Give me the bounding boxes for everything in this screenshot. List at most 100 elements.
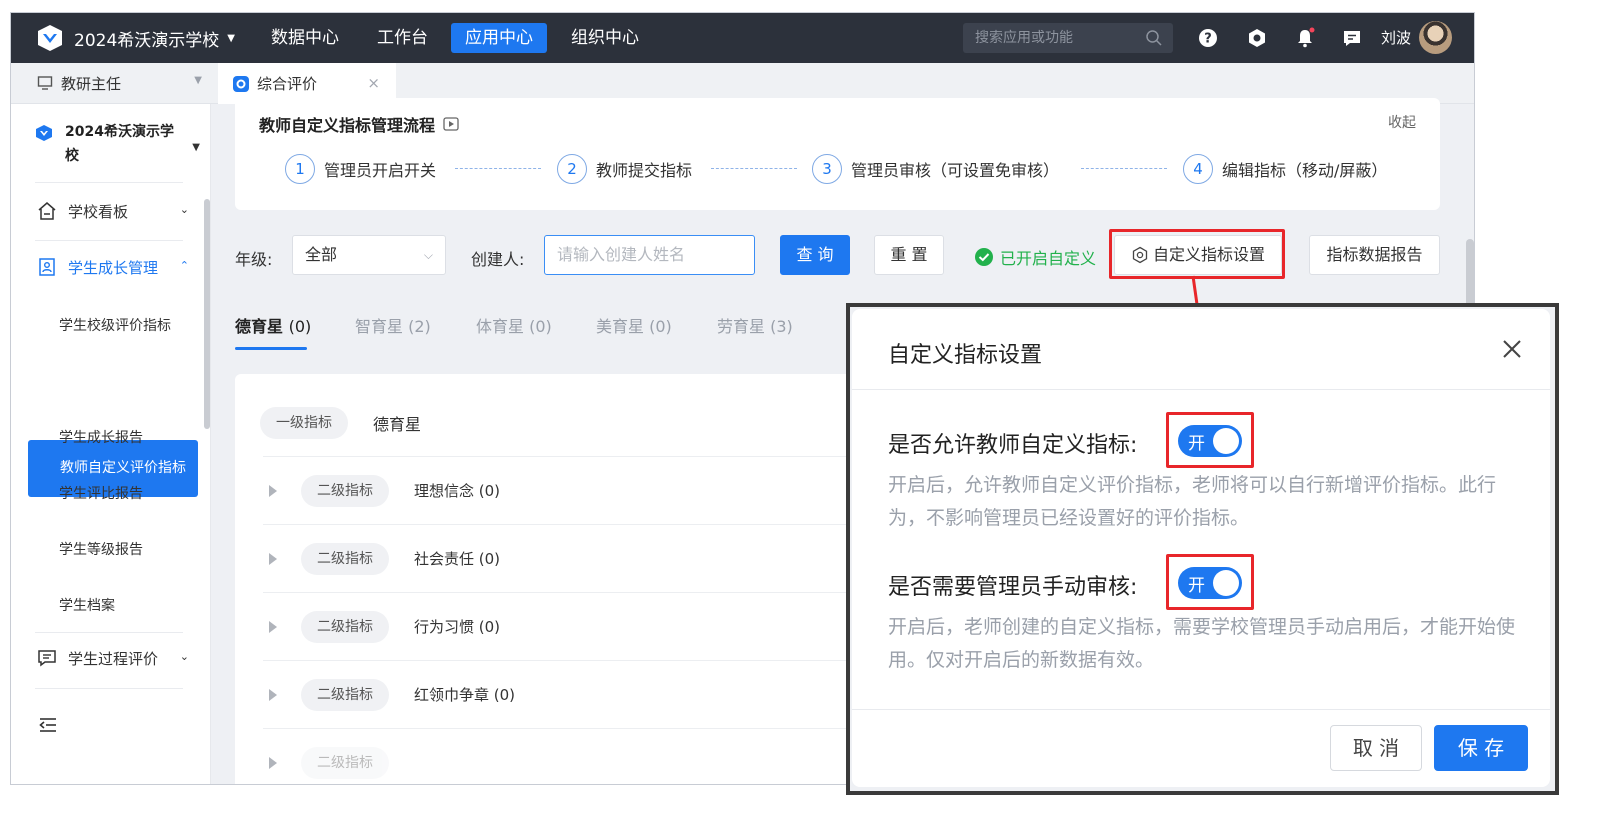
nav-data-center[interactable]: 数据中心 <box>257 23 353 53</box>
role-select[interactable]: 教研主任 ▼ <box>11 63 216 103</box>
home-icon <box>38 202 56 220</box>
query-button[interactable]: 查 询 <box>780 235 850 275</box>
caret-down-icon: ▼ <box>194 75 202 86</box>
school-logo-icon <box>38 25 62 51</box>
top-navigation-bar: 2024希沃演示学校 ▼ 数据中心 工作台 应用中心 组织中心 搜索应用或功能 … <box>11 13 1474 63</box>
nav-org-center[interactable]: 组织中心 <box>557 23 653 53</box>
sidebar-item-label: 学校看板 <box>68 202 129 221</box>
comment-icon <box>38 650 56 667</box>
cancel-button[interactable]: 取 消 <box>1330 725 1422 771</box>
user-avatar[interactable] <box>1419 21 1452 54</box>
notification-bell-icon[interactable] <box>1294 27 1316 49</box>
step-number: 2 <box>557 154 587 184</box>
app-tab-icon <box>233 75 249 92</box>
table-row[interactable]: 二级指标 理想信念 (0) <box>263 456 853 524</box>
divider <box>35 688 183 689</box>
step-number: 1 <box>285 154 315 184</box>
reset-button[interactable]: 重 置 <box>874 235 944 275</box>
dialog-title: 自定义指标设置 <box>888 343 1043 368</box>
search-box[interactable]: 搜索应用或功能 <box>963 23 1173 53</box>
sidebar-sub-student-archive[interactable]: 学生档案 <box>59 595 115 615</box>
sidebar-school-switcher[interactable]: 2024希沃演示学校 ▼ <box>35 120 205 168</box>
level2-tag: 二级指标 <box>301 610 389 643</box>
sidebar-sub-grade-report[interactable]: 学生等级报告 <box>59 539 143 559</box>
highlight-box <box>1166 554 1254 610</box>
message-icon[interactable] <box>1341 27 1363 49</box>
sidebar-item-label: 学生过程评价 <box>68 649 159 668</box>
search-icon[interactable] <box>1145 29 1163 47</box>
save-button[interactable]: 保 存 <box>1434 725 1528 771</box>
sidebar-item-school-board[interactable]: 学校看板 ⌄ <box>37 196 189 226</box>
play-video-icon[interactable] <box>443 117 459 131</box>
chevron-down-icon: ⌄ <box>179 650 189 663</box>
level1-tag: 一级指标 <box>260 407 348 439</box>
sidebar-item-process-evaluation[interactable]: 学生过程评价 ⌄ <box>37 643 189 673</box>
indicator-report-button[interactable]: 指标数据报告 <box>1309 235 1440 275</box>
sidebar: 2024希沃演示学校 ▼ 学校看板 ⌄ 学生成长管理 ⌃ 学生校级评价指标 教师… <box>11 104 211 784</box>
divider <box>852 389 1550 390</box>
collapse-flow-link[interactable]: 收起 <box>1388 112 1416 132</box>
row-name: 红领巾争章 (0) <box>414 686 516 704</box>
expand-icon[interactable] <box>269 620 277 633</box>
grade-select-value: 全部 <box>305 245 338 264</box>
svg-text:?: ? <box>1204 32 1212 47</box>
divider <box>35 182 183 183</box>
user-name[interactable]: 刘波 <box>1381 27 1411 48</box>
allow-custom-description: 开启后，允许教师自定义评价指标，老师将可以自行新增评价指标。此行为，不影响管理员… <box>888 474 1497 529</box>
grade-select[interactable]: 全部 ⌵ <box>292 235 446 275</box>
sidebar-sub-growth-report[interactable]: 学生成长报告 <box>59 427 143 447</box>
tab-label: 综合评价 <box>257 75 318 93</box>
nav-app-center[interactable]: 应用中心 <box>451 23 547 53</box>
expand-icon[interactable] <box>269 552 277 565</box>
collapse-sidebar-icon[interactable] <box>38 716 58 734</box>
school-switcher[interactable]: 2024希沃演示学校 ▼ <box>35 21 235 55</box>
sidebar-item-label: 学生成长管理 <box>68 258 159 277</box>
tab-labor-star[interactable]: 劳育星 (3) <box>717 313 793 337</box>
process-flow-card: 教师自定义指标管理流程 收起 1 管理员开启开关 2 教师提交指标 3 管理员审… <box>235 98 1440 210</box>
row-name: 理想信念 (0) <box>414 482 501 500</box>
check-circle-icon <box>975 248 993 266</box>
chevron-up-icon: ⌃ <box>179 259 189 272</box>
sidebar-sub-comparison-report[interactable]: 学生评比报告 <box>59 483 143 503</box>
step-label: 编辑指标（移动/屏蔽） <box>1222 161 1388 180</box>
role-label: 教研主任 <box>61 74 122 93</box>
table-row[interactable]: 二级指标 行为习惯 (0) <box>263 592 853 660</box>
close-tab-icon[interactable]: × <box>367 74 380 92</box>
sidebar-sub-school-indicators[interactable]: 学生校级评价指标 <box>59 315 171 335</box>
step-number: 3 <box>812 154 842 184</box>
expand-icon[interactable] <box>269 756 277 769</box>
step-label: 管理员审核（可设置免审核） <box>851 161 1060 180</box>
flow-step-4: 4 编辑指标（移动/屏蔽） <box>1183 154 1387 184</box>
step-label: 教师提交指标 <box>596 161 693 180</box>
tab-intellect-star[interactable]: 智育星 (2) <box>355 313 431 337</box>
tab-moral-star[interactable]: 德育星 (0) <box>235 313 311 337</box>
close-icon[interactable] <box>1502 339 1522 359</box>
creator-label: 创建人: <box>471 250 525 269</box>
table-row[interactable]: 二级指标 红领巾争章 (0) <box>263 660 853 728</box>
expand-icon[interactable] <box>269 688 277 701</box>
custom-enabled-status: 已开启自定义 <box>974 245 1096 269</box>
tab-sports-star[interactable]: 体育星 (0) <box>476 313 552 337</box>
level1-indicator: 一级指标 德育星 <box>260 407 421 439</box>
highlight-box <box>1109 229 1285 279</box>
caret-down-icon: ▼ <box>192 142 200 153</box>
monitor-icon <box>37 76 53 90</box>
settings-hex-icon[interactable] <box>1246 27 1268 49</box>
sidebar-scrollbar[interactable] <box>204 199 210 429</box>
table-row[interactable]: 二级指标 <box>263 728 853 784</box>
tab-arts-star[interactable]: 美育星 (0) <box>596 313 672 337</box>
expand-icon[interactable] <box>269 484 277 497</box>
search-input[interactable]: 搜索应用或功能 <box>975 23 1073 53</box>
school-name: 2024希沃演示学校 <box>74 30 220 51</box>
sidebar-item-student-growth[interactable]: 学生成长管理 ⌃ <box>37 252 189 282</box>
creator-name-input[interactable]: 请输入创建人姓名 <box>544 235 755 275</box>
step-connector <box>711 168 797 169</box>
nav-workbench[interactable]: 工作台 <box>363 23 442 53</box>
school-logo-icon <box>36 125 52 141</box>
table-row[interactable]: 二级指标 社会责任 (0) <box>263 524 853 592</box>
step-number: 4 <box>1183 154 1213 184</box>
flow-step-3: 3 管理员审核（可设置免审核） <box>812 154 1059 184</box>
help-icon[interactable]: ? <box>1197 27 1219 49</box>
flow-step-2: 2 教师提交指标 <box>557 154 692 184</box>
flow-step-1: 1 管理员开启开关 <box>285 154 436 184</box>
